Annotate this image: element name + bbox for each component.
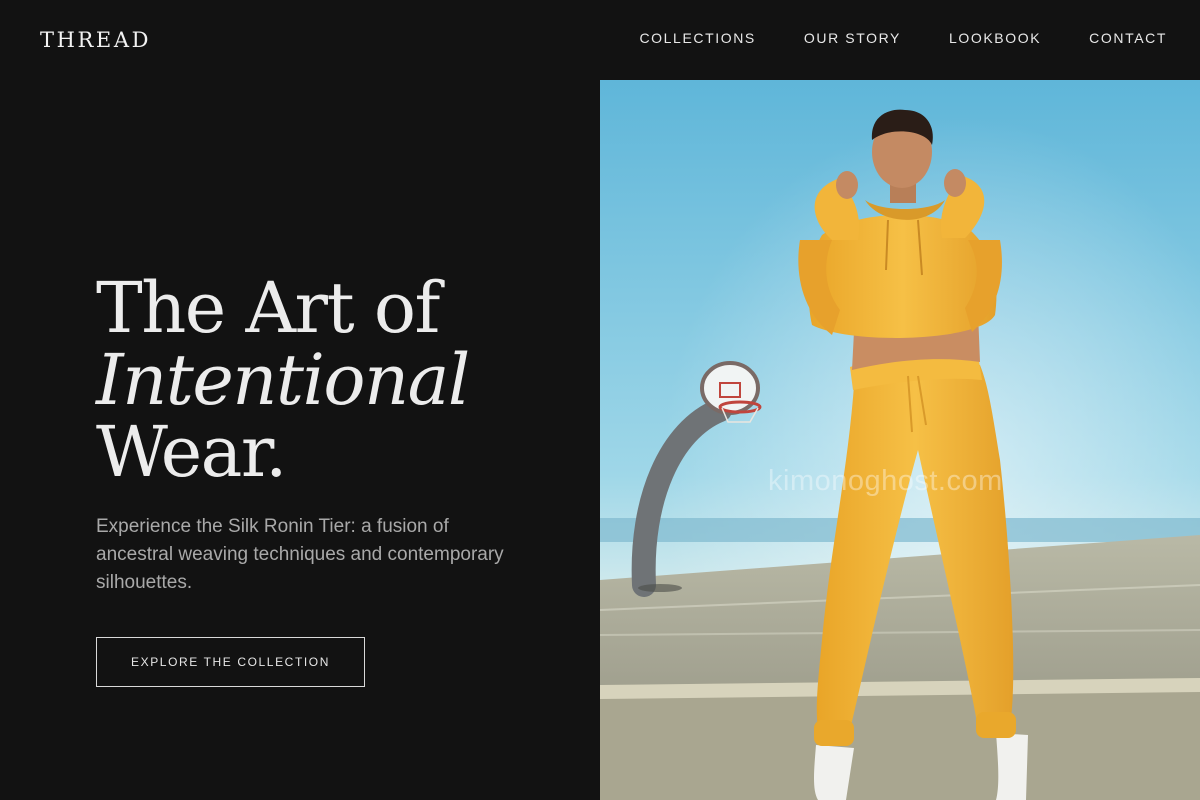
image-watermark: kimonoghost.com xyxy=(768,465,1003,497)
sea xyxy=(600,518,1200,542)
hero-title-line-1: The Art of xyxy=(96,267,440,349)
model-shoe-right xyxy=(996,733,1028,800)
hoop-backboard xyxy=(700,361,760,415)
hero-title: The Art of Intentional Wear. xyxy=(96,267,470,493)
landing-page: THREAD COLLECTIONS OUR STORY LOOKBOOK CO… xyxy=(0,0,1200,800)
nav-link-collections[interactable]: COLLECTIONS xyxy=(639,30,755,46)
hero-image: kimonoghost.com xyxy=(600,80,1200,800)
hero-title-line-2: Intentional xyxy=(96,339,470,421)
explore-collection-button[interactable]: EXPLORE THE COLLECTION xyxy=(96,637,365,687)
nav-link-contact[interactable]: CONTACT xyxy=(1089,30,1167,46)
main-nav: COLLECTIONS OUR STORY LOOKBOOK CONTACT xyxy=(639,30,1167,46)
brand-logo[interactable]: THREAD xyxy=(40,28,151,52)
nav-link-lookbook[interactable]: LOOKBOOK xyxy=(949,30,1041,46)
hero-photo-illustration xyxy=(600,80,1200,800)
nav-link-our-story[interactable]: OUR STORY xyxy=(804,30,901,46)
hero-title-line-3: Wear. xyxy=(96,411,287,493)
hero-description: Experience the Silk Ronin Tier: a fusion… xyxy=(96,516,504,593)
